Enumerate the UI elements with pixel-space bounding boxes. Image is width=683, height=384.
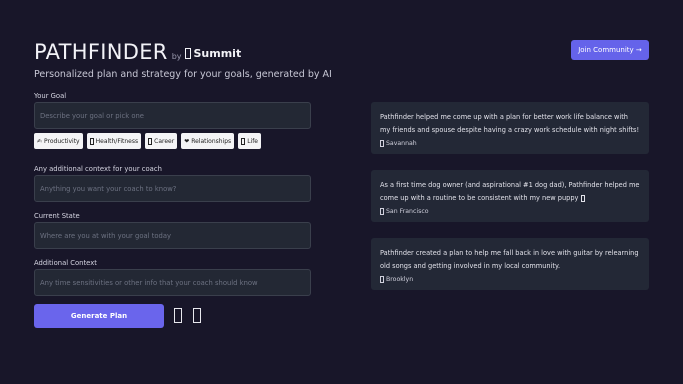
emoji-icon — [580, 194, 585, 202]
author-name: Savannah — [386, 140, 417, 147]
context-label: Any additional context for your coach — [34, 165, 162, 173]
chip-relationships[interactable]: ❤ Relationships — [181, 133, 235, 149]
author-icon — [380, 140, 384, 147]
goal-chips: ✍ Productivity Health/Fitness Career ❤ R… — [34, 133, 262, 149]
chip-health-fitness[interactable]: Health/Fitness — [86, 133, 142, 149]
summit-logo-icon — [184, 48, 191, 59]
career-icon — [148, 137, 153, 145]
author-icon — [380, 208, 384, 215]
additional-context-label: Additional Context — [34, 259, 97, 267]
chip-label: Relationships — [191, 137, 232, 145]
join-community-button[interactable]: Join Community → — [571, 40, 649, 60]
brand-title: PATHFINDER — [34, 40, 168, 64]
current-state-label: Current State — [34, 212, 80, 220]
generate-plan-button[interactable]: Generate Plan — [34, 304, 164, 328]
chip-label: Health/Fitness — [95, 137, 139, 145]
testimonial-text: Pathfinder created a plan to help me fal… — [380, 249, 639, 270]
additional-context-input[interactable]: Any time sensitivities or other info tha… — [34, 269, 311, 296]
pencil-icon: ✍ — [37, 137, 43, 145]
company-name: Summit — [184, 47, 242, 60]
testimonial-card: Pathfinder helped me come up with a plan… — [371, 102, 649, 154]
app-header: PATHFINDER by Summit — [34, 40, 241, 64]
goal-label: Your Goal — [34, 92, 67, 100]
life-icon — [241, 137, 246, 145]
tagline: Personalized plan and strategy for your … — [34, 69, 332, 80]
author-icon — [380, 276, 384, 283]
context-input[interactable]: Anything you want your coach to know? — [34, 175, 311, 202]
testimonial-author: San Francisco — [380, 205, 640, 218]
health-icon — [89, 137, 94, 145]
testimonial-text: As a first time dog owner (and aspiratio… — [380, 181, 640, 202]
author-name: Brooklyn — [386, 276, 414, 283]
testimonial-author: Savannah — [380, 137, 640, 150]
goal-input[interactable]: Describe your goal or pick one — [34, 102, 311, 129]
brand-by-text: by — [171, 52, 182, 61]
testimonial-card: Pathfinder created a plan to help me fal… — [371, 238, 649, 290]
action-icon[interactable] — [193, 308, 201, 323]
testimonial-text: Pathfinder helped me come up with a plan… — [380, 113, 640, 134]
chip-life[interactable]: Life — [238, 133, 262, 149]
action-icon[interactable] — [174, 308, 182, 323]
chip-career[interactable]: Career — [145, 133, 178, 149]
chip-productivity[interactable]: ✍ Productivity — [34, 133, 83, 149]
company-label: Summit — [193, 47, 242, 60]
chip-label: Productivity — [44, 137, 80, 145]
testimonial-author: Brooklyn — [380, 273, 640, 286]
chip-label: Career — [154, 137, 175, 145]
chip-label: Life — [247, 137, 259, 145]
testimonial-card: As a first time dog owner (and aspiratio… — [371, 170, 649, 222]
heart-icon: ❤ — [184, 137, 190, 145]
current-state-input[interactable]: Where are you at with your goal today — [34, 222, 311, 249]
author-name: San Francisco — [386, 208, 429, 215]
